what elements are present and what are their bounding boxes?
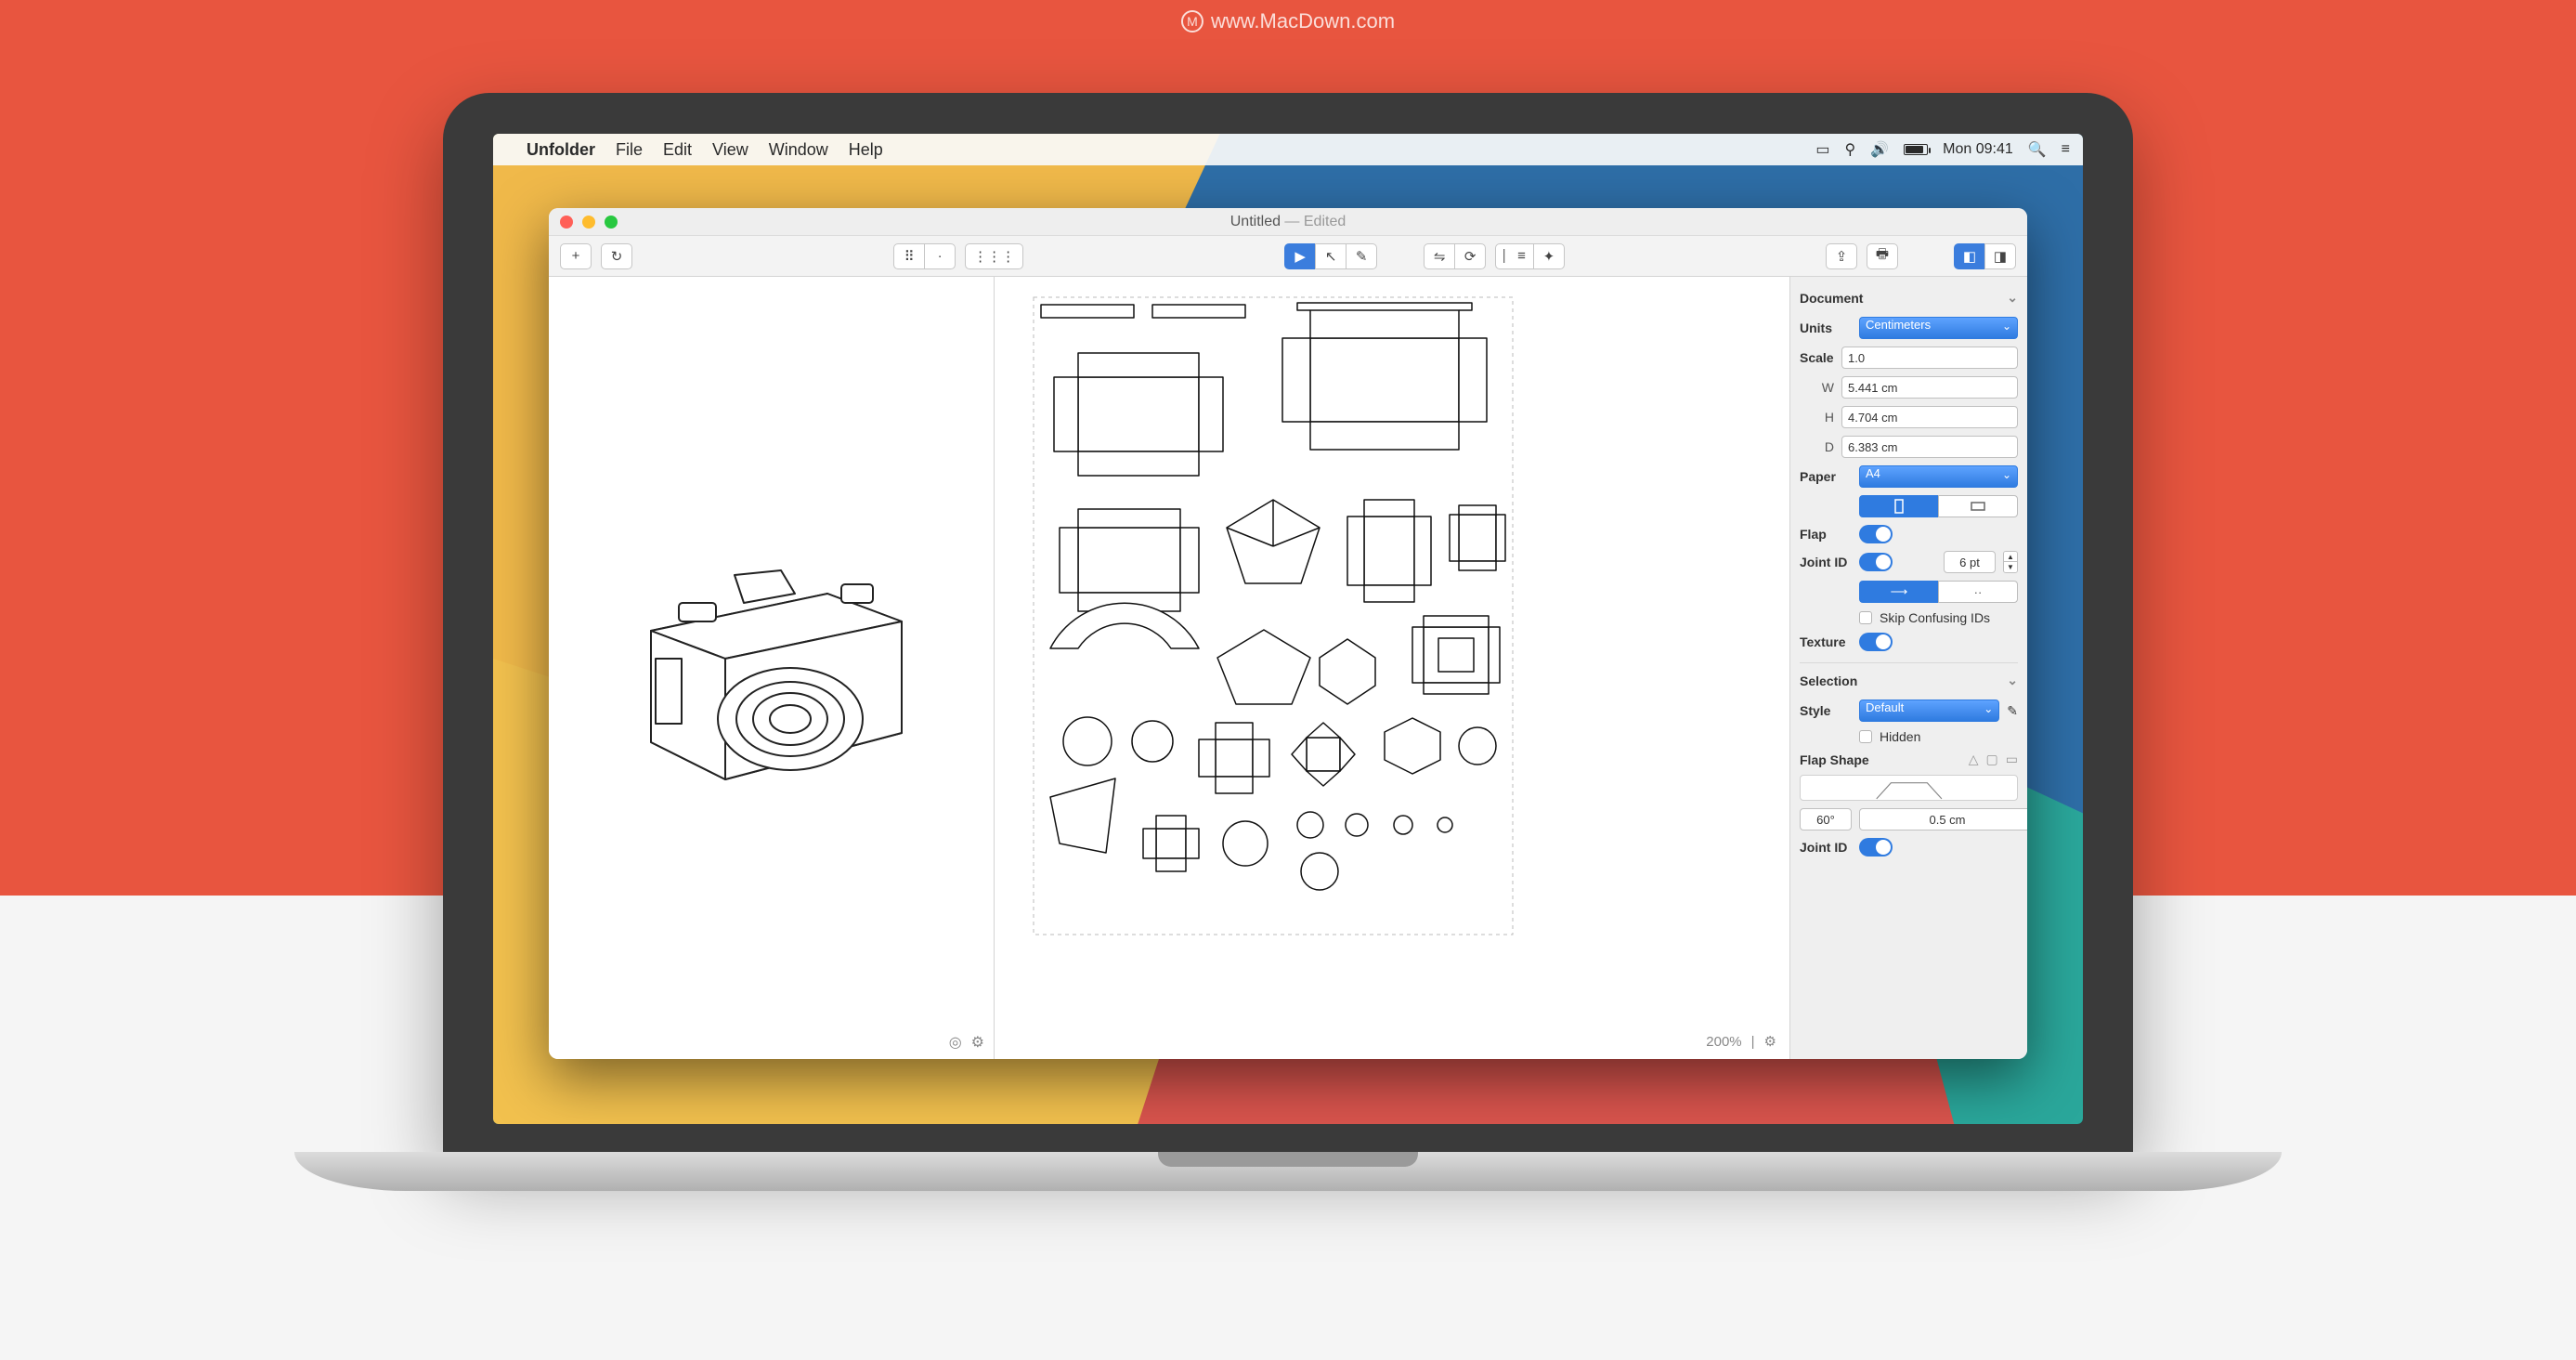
paper-select[interactable]: A4 xyxy=(1859,465,2018,488)
model-preview-panel[interactable]: ◎ ⚙ xyxy=(549,277,995,1059)
battery-icon[interactable] xyxy=(1904,144,1928,155)
camera-reset-icon[interactable]: ◎ xyxy=(949,1033,962,1052)
flap-shape-square-icon[interactable]: ▢ xyxy=(1986,752,1998,767)
zoom-level[interactable]: 200% xyxy=(1706,1034,1741,1050)
magic-wand-button[interactable]: ✦ xyxy=(1533,243,1565,269)
jointid-size-input[interactable] xyxy=(1944,551,1996,573)
flap-shape-none-icon[interactable]: ▭ xyxy=(2006,752,2018,767)
flapshape-label: Flap Shape xyxy=(1800,752,1961,767)
texture-label: Texture xyxy=(1800,634,1852,649)
style-select[interactable]: Default xyxy=(1859,700,1999,722)
app-toolbar: + ↻ ⠿ · ⋮⋮⋮ ▶ ↖ ✎ ⇋ xyxy=(549,236,2027,277)
flap-toggle[interactable] xyxy=(1859,525,1893,543)
app-window: Untitled — Edited + ↻ ⠿ · ⋮⋮⋮ ▶ ↖ ✎ xyxy=(549,208,2027,1059)
section-header-selection: Selection ⌄ xyxy=(1800,662,2018,696)
edit-style-icon[interactable]: ✎ xyxy=(2007,703,2018,719)
orientation-landscape-button[interactable] xyxy=(1938,495,2018,517)
layout-canvas[interactable]: 200% | ⚙ xyxy=(995,277,1789,1059)
paper-label: Paper xyxy=(1800,469,1852,484)
style-label: Style xyxy=(1800,703,1852,718)
airplay-icon[interactable]: ▭ xyxy=(1815,140,1829,159)
window-zoom-button[interactable] xyxy=(605,216,618,229)
notification-center-icon[interactable]: ≡ xyxy=(2062,141,2070,158)
macos-menubar: Unfolder File Edit View Window Help ▭ ⚲ … xyxy=(493,134,2083,165)
menubar-item-window[interactable]: Window xyxy=(769,140,828,160)
jointid-mode-b[interactable]: ·· xyxy=(1938,581,2018,603)
wifi-icon[interactable]: ⚲ xyxy=(1844,140,1855,159)
units-select[interactable]: Centimeters xyxy=(1859,317,2018,339)
dim-d-input[interactable] xyxy=(1841,436,2018,458)
spotlight-icon[interactable]: 🔍 xyxy=(2028,140,2047,159)
menubar-item-help[interactable]: Help xyxy=(849,140,883,160)
align-left-button[interactable]: ⎸≡ xyxy=(1495,243,1534,269)
inspector-panel: Document ⌄ Units Centimeters Scale W xyxy=(1789,277,2027,1059)
grid-settings-button[interactable]: · xyxy=(924,243,956,269)
jointid-step-down[interactable]: ▼ xyxy=(2004,562,2017,572)
flap-shape-triangle-icon[interactable]: △ xyxy=(1969,752,1979,767)
chevron-down-icon[interactable]: ⌄ xyxy=(2007,673,2018,688)
skip-ids-label: Skip Confusing IDs xyxy=(1880,610,1990,625)
jointid2-toggle[interactable] xyxy=(1859,838,1893,857)
skip-ids-checkbox[interactable] xyxy=(1859,611,1872,624)
volume-icon[interactable]: 🔊 xyxy=(1870,140,1889,159)
flap-shape-diagram xyxy=(1800,775,2018,801)
zoom-divider: | xyxy=(1751,1034,1755,1050)
jointid-mode-a[interactable]: ⟶ xyxy=(1859,581,1939,603)
grid-snap-button[interactable]: ⠿ xyxy=(893,243,925,269)
sidebar-right-toggle[interactable]: ◨ xyxy=(1984,243,2016,269)
play-button[interactable]: ▶ xyxy=(1284,243,1316,269)
reload-button[interactable]: ↻ xyxy=(601,243,632,269)
layout-settings-icon[interactable]: ⚙ xyxy=(1764,1033,1776,1050)
menubar-clock[interactable]: Mon 09:41 xyxy=(1943,141,2013,158)
window-title-filename: Untitled xyxy=(1230,214,1281,229)
grid-apps-button[interactable]: ⋮⋮⋮ xyxy=(965,243,1023,269)
flap-width-input[interactable] xyxy=(1859,808,2027,830)
menubar-app-name[interactable]: Unfolder xyxy=(527,140,595,160)
add-button[interactable]: + xyxy=(560,243,592,269)
section-header-document: Document ⌄ xyxy=(1800,281,2018,313)
hidden-label: Hidden xyxy=(1880,729,1920,744)
pointer-tool-button[interactable]: ↖ xyxy=(1315,243,1347,269)
sidebar-left-toggle[interactable]: ◧ xyxy=(1954,243,1985,269)
window-close-button[interactable] xyxy=(560,216,573,229)
edit-tool-button[interactable]: ✎ xyxy=(1346,243,1377,269)
section-title-selection[interactable]: Selection xyxy=(1800,673,1857,688)
jointid2-label: Joint ID xyxy=(1800,840,1852,855)
window-minimize-button[interactable] xyxy=(582,216,595,229)
menubar-item-edit[interactable]: Edit xyxy=(663,140,692,160)
watermark: M www.MacDown.com xyxy=(1181,9,1395,33)
dim-w-label: W xyxy=(1822,380,1834,395)
flap-label: Flap xyxy=(1800,527,1852,542)
share-button[interactable]: ⇪ xyxy=(1826,243,1857,269)
watermark-text: www.MacDown.com xyxy=(1211,9,1395,33)
flap-angle-left-input[interactable] xyxy=(1800,808,1852,830)
dim-h-label: H xyxy=(1825,410,1834,425)
view-settings-icon[interactable]: ⚙ xyxy=(971,1033,984,1052)
orientation-portrait-button[interactable] xyxy=(1859,495,1939,517)
print-button[interactable]: 🖶 xyxy=(1867,243,1898,269)
menubar-item-view[interactable]: View xyxy=(712,140,748,160)
scale-input[interactable] xyxy=(1841,347,2018,369)
section-title-document[interactable]: Document xyxy=(1800,291,1863,306)
dim-d-label: D xyxy=(1825,439,1834,454)
texture-toggle[interactable] xyxy=(1859,633,1893,651)
scale-label: Scale xyxy=(1800,350,1834,365)
window-titlebar[interactable]: Untitled — Edited xyxy=(549,208,2027,236)
units-label: Units xyxy=(1800,320,1852,335)
rotate-button[interactable]: ⟳ xyxy=(1454,243,1486,269)
dim-w-input[interactable] xyxy=(1841,376,2018,399)
watermark-icon: M xyxy=(1181,10,1203,33)
jointid-label: Joint ID xyxy=(1800,555,1852,569)
flip-h-button[interactable]: ⇋ xyxy=(1424,243,1455,269)
camera-model-drawing xyxy=(595,519,948,817)
hidden-checkbox[interactable] xyxy=(1859,730,1872,743)
jointid-toggle[interactable] xyxy=(1859,553,1893,571)
laptop-mockup: Unfolder File Edit View Window Help ▭ ⚲ … xyxy=(443,93,2133,1191)
window-title-status: — Edited xyxy=(1281,214,1346,229)
jointid-step-up[interactable]: ▲ xyxy=(2004,552,2017,562)
chevron-down-icon[interactable]: ⌄ xyxy=(2007,290,2018,306)
dim-h-input[interactable] xyxy=(1841,406,2018,428)
unfolded-parts-drawing xyxy=(1032,295,1515,936)
menubar-item-file[interactable]: File xyxy=(616,140,643,160)
